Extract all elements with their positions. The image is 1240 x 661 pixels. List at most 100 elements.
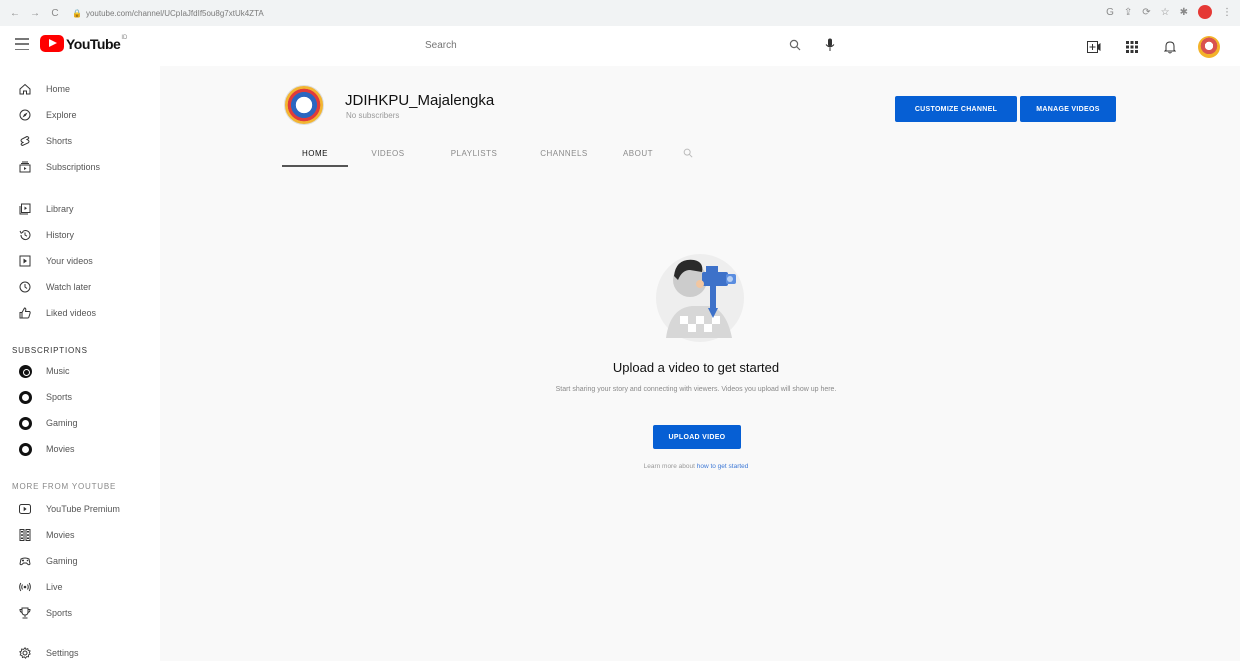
- sidebar-item-sub-music[interactable]: Music: [0, 358, 160, 384]
- sidebar-item-sports[interactable]: Sports: [0, 600, 160, 626]
- upload-video-button[interactable]: UPLOAD VIDEO: [653, 425, 741, 449]
- address-bar[interactable]: 🔒 youtube.com/channel/UCpIaJfdIf5ou8g7xt…: [72, 9, 264, 18]
- sidebar-item-sub-gaming[interactable]: Gaming: [0, 410, 160, 436]
- search-button[interactable]: [780, 33, 810, 57]
- sidebar-item-label: Gaming: [46, 418, 78, 428]
- customize-channel-button[interactable]: CUSTOMIZE CHANNEL: [895, 96, 1017, 122]
- create-video-icon: [1087, 41, 1101, 53]
- voice-search-button[interactable]: [820, 35, 840, 55]
- sidebar-item-label: History: [46, 230, 75, 240]
- sidebar-item-history[interactable]: History: [0, 222, 160, 248]
- channel-tabs: HOME VIDEOS PLAYLISTS CHANNELS ABOUT: [282, 140, 708, 167]
- sidebar: Home Explore Shorts Subscriptions Librar…: [0, 66, 160, 661]
- search-icon: [789, 39, 801, 51]
- your-videos-icon: [18, 254, 32, 268]
- notifications-button[interactable]: [1160, 37, 1180, 57]
- sidebar-item-settings[interactable]: Settings: [0, 640, 160, 661]
- sidebar-item-explore[interactable]: Explore: [0, 102, 160, 128]
- create-button[interactable]: [1084, 37, 1104, 57]
- sidebar-item-label: Settings: [46, 648, 79, 658]
- tab-channels[interactable]: CHANNELS: [520, 140, 608, 166]
- google-icon[interactable]: G: [1106, 7, 1114, 18]
- sidebar-item-live[interactable]: Live: [0, 574, 160, 600]
- sidebar-item-your-videos[interactable]: Your videos: [0, 248, 160, 274]
- gaming-channel-icon: [18, 416, 32, 430]
- sidebar-item-movies[interactable]: Movies: [0, 522, 160, 548]
- youtube-play-icon: [40, 35, 64, 52]
- tab-playlists[interactable]: PLAYLISTS: [428, 140, 520, 166]
- sidebar-item-label: Watch later: [46, 282, 92, 292]
- sidebar-item-youtube-premium[interactable]: YouTube Premium: [0, 496, 160, 522]
- share-icon[interactable]: ⇪: [1124, 7, 1132, 18]
- account-avatar[interactable]: [1198, 36, 1220, 58]
- sidebar-item-gaming[interactable]: Gaming: [0, 548, 160, 574]
- lock-icon: 🔒: [72, 8, 82, 18]
- sidebar-item-label: Sports: [46, 392, 73, 402]
- sidebar-item-label: Movies: [46, 530, 75, 540]
- youtube-premium-icon: [18, 502, 32, 516]
- browser-toolbar: ← → C 🔒 youtube.com/channel/UCpIaJfdIf5o…: [0, 0, 1240, 26]
- sidebar-item-label: Sports: [46, 608, 73, 618]
- sidebar-item-subscriptions[interactable]: Subscriptions: [0, 154, 160, 180]
- sidebar-item-label: Shorts: [46, 136, 73, 146]
- watch-later-icon: [18, 280, 32, 294]
- get-started-link[interactable]: how to get started: [697, 463, 749, 470]
- sidebar-item-home[interactable]: Home: [0, 76, 160, 102]
- reload-icon[interactable]: C: [48, 6, 62, 20]
- apps-grid-icon: [1126, 41, 1138, 53]
- sidebar-item-sub-movies[interactable]: Movies: [0, 436, 160, 462]
- sidebar-item-label: YouTube Premium: [46, 504, 120, 514]
- youtube-logo[interactable]: YouTube ID: [40, 35, 127, 52]
- film-icon: [18, 528, 32, 542]
- movies-channel-icon: [18, 442, 32, 456]
- learn-more-prefix: Learn more about: [643, 463, 697, 470]
- gamepad-icon: [18, 554, 32, 568]
- profile-avatar-icon[interactable]: [1198, 5, 1212, 19]
- logo-country: ID: [121, 35, 128, 41]
- sidebar-item-shorts[interactable]: Shorts: [0, 128, 160, 154]
- address-text: youtube.com/channel/UCpIaJfdIf5ou8g7xtUk…: [85, 8, 264, 18]
- sidebar-item-label: Subscriptions: [46, 162, 101, 172]
- sidebar-item-library[interactable]: Library: [0, 196, 160, 222]
- hamburger-menu-icon[interactable]: [15, 38, 29, 50]
- tab-about[interactable]: ABOUT: [608, 140, 668, 166]
- home-icon: [18, 82, 32, 96]
- microphone-icon: [825, 38, 835, 51]
- more-from-youtube-heading: MORE FROM YOUTUBE: [12, 482, 117, 491]
- sidebar-item-label: Live: [46, 582, 63, 592]
- library-icon: [18, 202, 32, 216]
- apps-button[interactable]: [1122, 37, 1142, 57]
- music-channel-icon: [18, 364, 32, 378]
- browser-actions: G ⇪ ⟳ ☆ ✱ ⋮: [1106, 5, 1232, 19]
- thumbs-up-icon: [18, 306, 32, 320]
- puzzle-icon[interactable]: ✱: [1180, 7, 1188, 18]
- channel-name: JDIHKPU_Majalengka: [345, 92, 495, 109]
- sidebar-item-label: Music: [46, 366, 70, 376]
- tab-search[interactable]: [668, 140, 708, 166]
- channel-avatar[interactable]: [284, 85, 324, 125]
- back-icon[interactable]: ←: [8, 6, 22, 20]
- youtube-header: YouTube ID: [0, 26, 1240, 66]
- bookmark-star-icon[interactable]: ☆: [1161, 7, 1170, 18]
- tab-videos[interactable]: VIDEOS: [348, 140, 428, 166]
- live-broadcast-icon: [18, 580, 32, 594]
- sidebar-item-liked-videos[interactable]: Liked videos: [0, 300, 160, 326]
- extension-icon[interactable]: ⟳: [1142, 7, 1150, 18]
- shorts-icon: [18, 134, 32, 148]
- sports-channel-icon: [18, 390, 32, 404]
- sidebar-item-watch-later[interactable]: Watch later: [0, 274, 160, 300]
- upload-illustration: [656, 254, 744, 342]
- sidebar-item-label: Your videos: [46, 256, 93, 266]
- search-input[interactable]: [415, 33, 780, 57]
- manage-videos-button[interactable]: MANAGE VIDEOS: [1020, 96, 1116, 122]
- sidebar-item-label: Liked videos: [46, 308, 97, 318]
- sidebar-item-label: Explore: [46, 110, 77, 120]
- forward-icon[interactable]: →: [28, 6, 42, 20]
- logo-text: YouTube: [66, 35, 121, 52]
- tab-home[interactable]: HOME: [282, 140, 348, 167]
- subscriptions-heading: SUBSCRIPTIONS: [12, 346, 88, 355]
- sidebar-item-label: Movies: [46, 444, 75, 454]
- browser-menu-icon[interactable]: ⋮: [1222, 7, 1232, 18]
- sidebar-item-sub-sports[interactable]: Sports: [0, 384, 160, 410]
- sidebar-item-label: Gaming: [46, 556, 78, 566]
